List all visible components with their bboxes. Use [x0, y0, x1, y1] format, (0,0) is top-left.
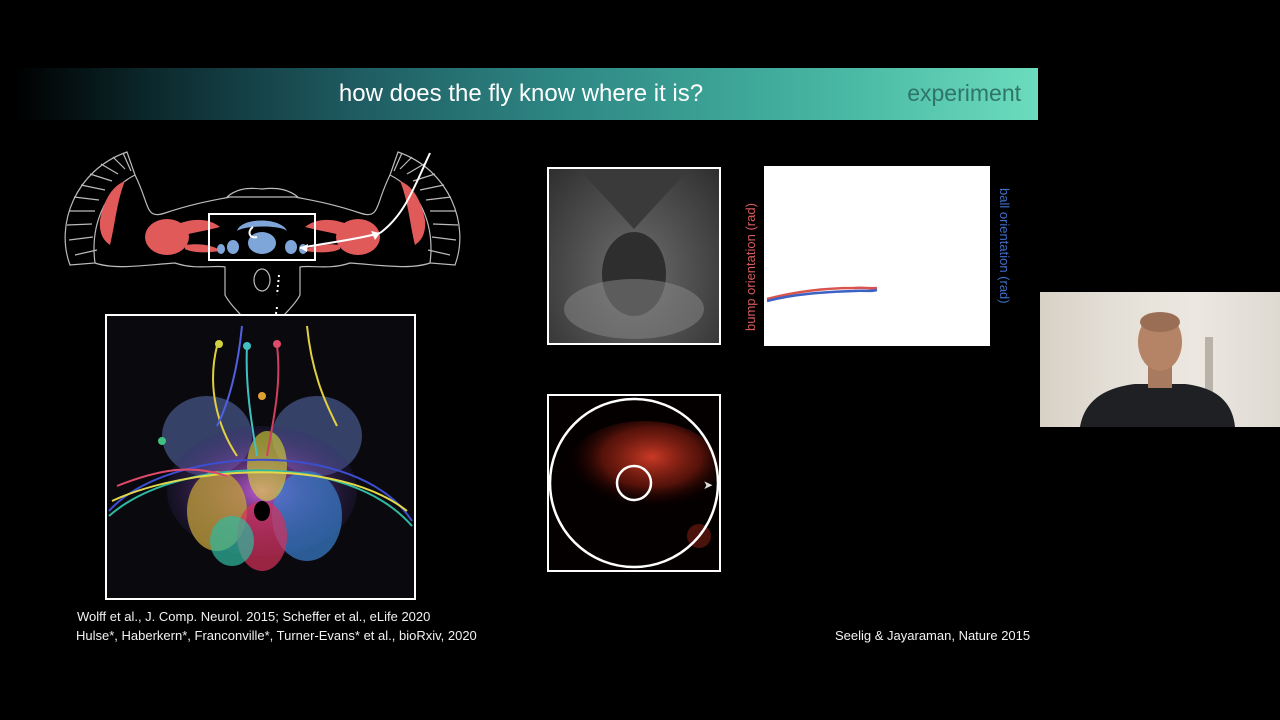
y-axis-label-ball: ball orientation (rad)	[997, 188, 1012, 304]
citation-right: Seelig & Jayaraman, Nature 2015	[835, 628, 1031, 643]
title-banner: how does the fly know where it is? exper…	[14, 68, 1038, 120]
citation-left-1: Wolff et al., J. Comp. Neurol. 2015; Sch…	[77, 609, 431, 624]
calcium-activity-image	[547, 394, 721, 572]
fly-camera-image	[547, 167, 721, 345]
slide-title: how does the fly know where it is?	[338, 80, 704, 107]
orientation-plot	[764, 166, 990, 346]
y-axis-label-bump: bump orientation (rad)	[743, 203, 758, 331]
mouse-pointer-icon: ➤	[703, 478, 714, 492]
brain-schematic	[64, 151, 461, 320]
neuron-reconstruction-image	[105, 314, 416, 600]
section-tag: experiment	[907, 80, 1021, 106]
citation-left-2: Hulse*, Haberkern*, Franconville*, Turne…	[76, 628, 477, 643]
speaker-video	[1040, 292, 1280, 427]
